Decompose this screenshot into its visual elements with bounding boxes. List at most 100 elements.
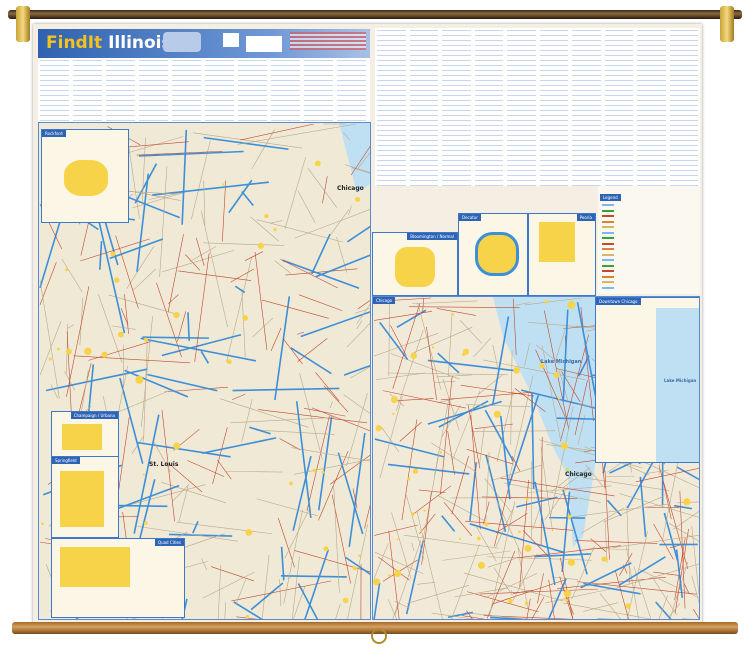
town-marker (101, 351, 108, 358)
town-marker (412, 468, 419, 474)
town-marker (84, 347, 92, 355)
road-line (604, 470, 610, 560)
road-line (511, 455, 521, 472)
right-bracket (720, 6, 734, 42)
index-column (409, 28, 438, 186)
road-line (619, 618, 621, 619)
road-line (466, 448, 514, 465)
town-marker (493, 410, 501, 418)
legend-swatch (602, 270, 614, 272)
pull-ring[interactable] (371, 628, 387, 644)
town-marker (143, 337, 148, 342)
road-line (333, 479, 340, 593)
road-line (580, 562, 632, 589)
road-line (487, 557, 518, 568)
top-hanging-rod (8, 10, 742, 19)
town-marker (683, 498, 691, 506)
road-line (399, 421, 422, 442)
town-marker (564, 598, 568, 602)
legend-swatch (602, 253, 614, 256)
road-line (485, 454, 507, 533)
town-marker (323, 546, 329, 552)
road-line (421, 492, 432, 565)
road-line (241, 399, 253, 443)
road-line (544, 486, 569, 521)
urban-area (475, 232, 519, 276)
road-line (202, 571, 255, 599)
road-line (335, 603, 341, 619)
road-line (315, 254, 370, 278)
road-line (224, 602, 226, 619)
us-locator-map (163, 32, 201, 52)
town-marker (557, 397, 561, 400)
town-marker (314, 160, 321, 167)
road-line (230, 417, 336, 424)
road-line (39, 262, 57, 306)
chicago-metro-map: Chicago Lake Michigan Chicago Downtown C… (372, 296, 700, 620)
road-line (348, 432, 366, 548)
legend-swatch (602, 259, 614, 261)
road-line (117, 484, 206, 509)
town-marker (245, 529, 253, 536)
road-line (176, 521, 273, 535)
index-column (604, 28, 633, 186)
road-line (110, 390, 170, 416)
road-line (270, 327, 282, 351)
road-line (203, 242, 285, 246)
road-line (467, 405, 481, 469)
index-column (40, 58, 69, 122)
road-line (478, 374, 504, 395)
town-marker (563, 589, 572, 598)
town-marker (410, 512, 415, 517)
road-line (241, 289, 246, 358)
road-line (45, 368, 148, 392)
town-marker (110, 251, 116, 257)
lake-michigan (493, 297, 595, 547)
town-marker (567, 558, 576, 566)
inset-springfield: Springfield (51, 456, 119, 538)
map-title: FindIt Illinois (46, 33, 172, 53)
city-label-chicago: Chicago (337, 185, 364, 192)
road-line (465, 520, 574, 531)
road-line (434, 399, 450, 476)
urban-area (62, 424, 102, 450)
road-line (493, 567, 513, 596)
road-line (431, 612, 475, 619)
road-line (669, 603, 681, 617)
town-marker (567, 514, 572, 519)
road-line (447, 430, 455, 475)
road-line (435, 380, 456, 383)
town-marker (375, 424, 382, 432)
road-line (411, 542, 415, 552)
legend-swatch (602, 275, 614, 278)
road-line (388, 301, 390, 377)
road-line (653, 571, 681, 576)
road-line (201, 558, 208, 570)
town-marker (553, 371, 560, 378)
index-column (205, 58, 234, 122)
road-line (329, 401, 333, 409)
road-line (466, 591, 539, 613)
road-line (284, 156, 306, 229)
town-marker (561, 442, 568, 450)
road-line (219, 398, 309, 428)
urban-area (60, 471, 104, 527)
road-line (307, 167, 337, 208)
road-line (232, 387, 340, 392)
lake-water (656, 308, 699, 462)
index-column (271, 58, 300, 122)
road-line (178, 270, 252, 281)
road-line (382, 559, 418, 582)
road-line (346, 225, 370, 243)
road-line (411, 326, 473, 354)
road-line (470, 414, 481, 530)
town-marker (507, 598, 513, 604)
road-line (200, 350, 210, 364)
road-line (375, 372, 426, 380)
road-line (638, 568, 699, 599)
town-marker (48, 357, 52, 361)
legend-swatch (602, 286, 614, 289)
index-column (377, 28, 406, 186)
city-index-right (375, 28, 700, 186)
road-line (531, 597, 545, 619)
